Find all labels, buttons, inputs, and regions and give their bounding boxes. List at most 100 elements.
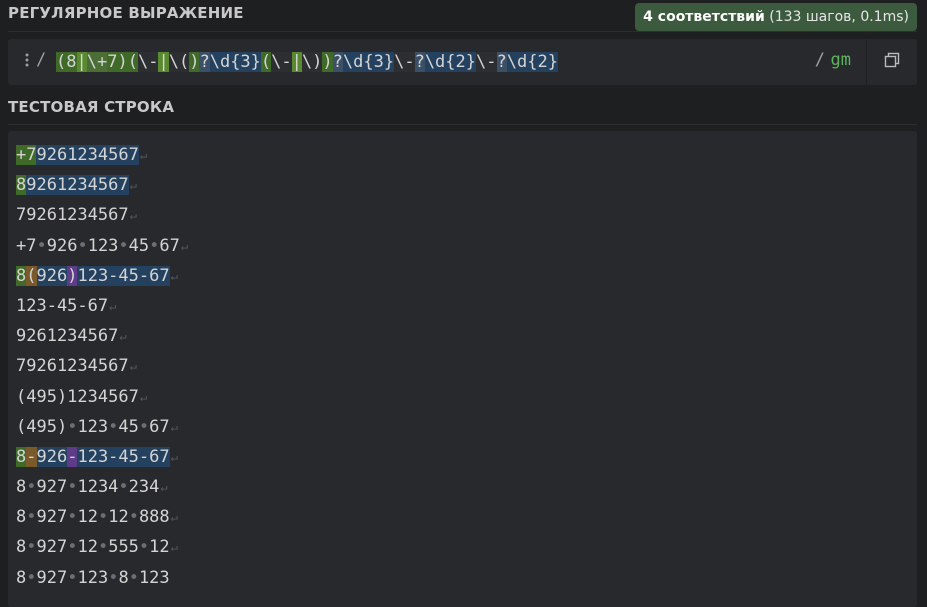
regex-token: ) [322,52,333,72]
text-segment: 79261234567 [16,205,129,226]
test-line: 8-926-123-45-67↵ [16,445,188,475]
regex-pattern[interactable]: (8|\+7)(\-|\()?\d{3}(\-|\))?\d{3}\-?\d{2… [56,50,558,74]
regex-token: \d [506,52,528,72]
regex-token: {3} [363,52,395,72]
regex-token: ) [117,52,128,72]
test-string-lines: +79261234567↵ 89261234567↵ 79261234567↵ +7•… [16,143,188,596]
match-segment: ( [26,265,37,286]
line-break-icon: ↵ [139,148,148,162]
line-break-icon: ↵ [170,540,178,555]
test-line: 8•927•12•555•12↵ [16,535,188,565]
test-line: +7•926•123•45•67↵ [16,234,188,264]
space-marker: • [26,507,37,528]
regex-token: \- [271,52,292,72]
line-break-icon: ↵ [170,449,178,464]
test-line: 79261234567↵ [16,203,188,233]
space-marker: • [128,507,139,528]
regex-token: ( [56,52,67,72]
text-segment: 123-45-67 [16,295,109,316]
divider [8,31,917,32]
match-segment: 123-45-67 [77,446,170,467]
match-count-badge: 4 соответствий (133 шагов, 0.1ms) [635,3,917,31]
copy-button[interactable] [866,39,917,85]
space-marker: • [67,537,78,558]
match-segment: +7 [16,145,37,165]
space-marker: • [26,567,37,588]
test-line: +79261234567↵ [16,143,188,173]
space-marker: • [138,416,150,437]
regex-token: \) [301,52,323,72]
space-marker: • [118,477,129,498]
line-break-icon: ↵ [170,268,178,283]
match-segment: - [26,446,37,467]
regex-token: | [158,52,169,72]
regex-token: {2} [445,52,477,72]
regex-token: \- [476,52,497,72]
regex-token: \d [209,52,231,72]
space-marker: • [149,235,160,256]
match-details: (133 шагов, 0.1ms) [764,9,909,25]
copy-icon [884,52,900,72]
space-marker: • [108,416,119,437]
test-string-input[interactable]: +79261234567↵ 89261234567↵ 79261234567↵ +7•… [8,131,917,607]
text-segment: (495)1234567 [16,386,139,407]
space-marker: • [67,477,78,498]
regex-token: \d [424,52,446,72]
match-segment: 8 [16,265,27,286]
space-marker: • [138,537,150,558]
test-line: 9261234567↵ [16,324,188,354]
match-segment: 9261234567 [26,175,129,196]
line-break-icon: ↵ [180,238,189,253]
regex-token: \+ [86,52,108,72]
space-marker: • [67,416,78,437]
test-line: (495)•123•45•67↵ [16,415,188,445]
regex-token: 8 [66,52,77,72]
regex-token: ? [332,52,343,72]
regex-token: \( [168,52,190,72]
line-break-icon: ↵ [129,359,137,374]
test-line: 79261234567↵ [16,354,188,384]
match-count: 4 соответствий [643,9,765,25]
match-segment: 926 [36,446,68,467]
match-segment: 123-45-67 [77,265,170,286]
space-marker: • [26,537,37,558]
space-marker: • [97,507,109,528]
space-marker: • [128,567,139,588]
regex-section-title: РЕГУЛЯРНОЕ ВЫРАЖЕНИЕ [8,4,244,22]
regex-input[interactable]: / (8|\+7)(\-|\()?\d{3}(\-|\))?\d{3}\-?\d… [8,39,917,85]
regex-token: {2} [527,52,558,72]
regex-flags[interactable]: gm [831,50,851,70]
regex-token: ( [260,52,272,72]
regex-token: ? [199,52,210,72]
space-marker: • [108,567,119,588]
regex-token: \- [394,52,415,72]
text-segment: +7•926•123•45•67 [16,235,180,256]
regex-token: ? [414,52,425,72]
test-line: 8(926)123-45-67↵ [16,264,188,294]
space-marker: • [67,507,78,528]
line-break-icon: ↵ [170,510,178,525]
regex-token: | [76,52,87,72]
test-line: (495)1234567↵ [16,385,188,415]
regex-token: ( [127,52,138,72]
regex-menu-icon[interactable] [22,52,32,72]
match-segment: ) [67,265,78,286]
line-break-icon: ↵ [129,208,137,223]
regex-token: 7 [107,52,118,72]
text-segment: 8•927•1234•234 [16,477,160,498]
regex-token: | [291,52,302,72]
text-segment: 8•927•12•12•888 [16,507,170,528]
test-line: 8•927•123•8•123 [16,566,188,596]
space-marker: • [67,567,78,588]
test-line: 8•927•12•12•888↵ [16,505,188,535]
test-line: 89261234567↵ [16,173,188,203]
test-line: 123-45-67↵ [16,294,188,324]
line-break-icon: ↵ [170,419,178,434]
line-break-icon: ↵ [129,178,137,193]
text-segment: 9261234567 [16,326,119,347]
match-segment: - [67,446,78,467]
text-segment: (495)•123•45•67 [16,416,170,437]
match-segment: 8 [16,175,27,196]
test-string-section-title: ТЕСТОВАЯ СТРОКА [8,98,175,116]
space-marker: • [26,477,37,498]
